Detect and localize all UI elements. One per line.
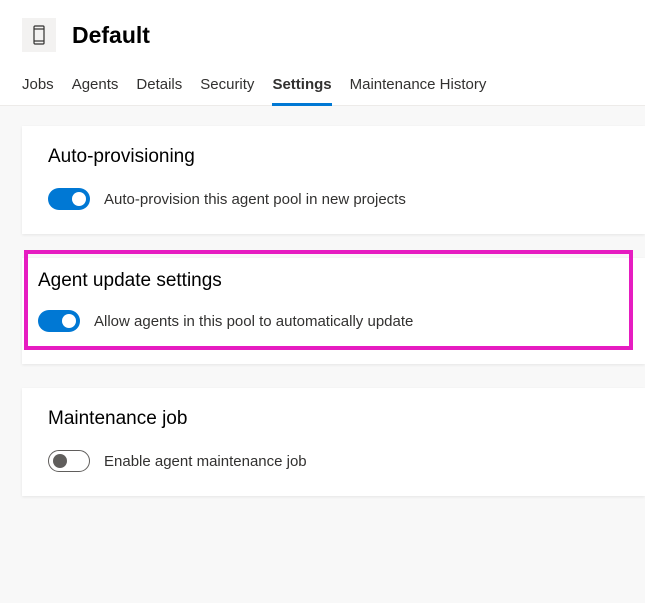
agent-update-card: Agent update settings Allow agents in th… xyxy=(22,258,645,364)
auto-provisioning-toggle[interactable] xyxy=(48,188,90,210)
agent-update-title: Agent update settings xyxy=(38,270,619,292)
auto-provisioning-title: Auto-provisioning xyxy=(48,146,619,168)
agent-update-toggle[interactable] xyxy=(38,310,80,332)
auto-provisioning-toggle-row: Auto-provision this agent pool in new pr… xyxy=(48,188,619,210)
toggle-knob xyxy=(72,192,86,206)
tab-jobs[interactable]: Jobs xyxy=(22,70,54,106)
page-title: Default xyxy=(72,22,150,49)
toggle-knob xyxy=(62,314,76,328)
tab-security[interactable]: Security xyxy=(200,70,254,106)
auto-provisioning-card: Auto-provisioning Auto-provision this ag… xyxy=(22,126,645,234)
tab-bar: Jobs Agents Details Security Settings Ma… xyxy=(0,62,645,106)
maintenance-job-toggle-label: Enable agent maintenance job xyxy=(104,453,307,470)
auto-provisioning-toggle-label: Auto-provision this agent pool in new pr… xyxy=(104,191,406,208)
maintenance-job-card: Maintenance job Enable agent maintenance… xyxy=(22,388,645,496)
page-header: Default xyxy=(0,0,645,62)
tab-maintenance-history[interactable]: Maintenance History xyxy=(350,70,487,106)
settings-content: Auto-provisioning Auto-provision this ag… xyxy=(0,106,645,496)
tab-agents[interactable]: Agents xyxy=(72,70,119,106)
agent-pool-icon xyxy=(22,18,56,52)
agent-update-toggle-row: Allow agents in this pool to automatical… xyxy=(38,310,619,332)
highlight-box: Agent update settings Allow agents in th… xyxy=(24,250,633,350)
toggle-knob xyxy=(53,454,67,468)
tab-details[interactable]: Details xyxy=(136,70,182,106)
tab-settings[interactable]: Settings xyxy=(272,70,331,106)
agent-update-toggle-label: Allow agents in this pool to automatical… xyxy=(94,313,413,330)
maintenance-job-toggle[interactable] xyxy=(48,450,90,472)
maintenance-job-title: Maintenance job xyxy=(48,408,619,430)
maintenance-job-toggle-row: Enable agent maintenance job xyxy=(48,450,619,472)
